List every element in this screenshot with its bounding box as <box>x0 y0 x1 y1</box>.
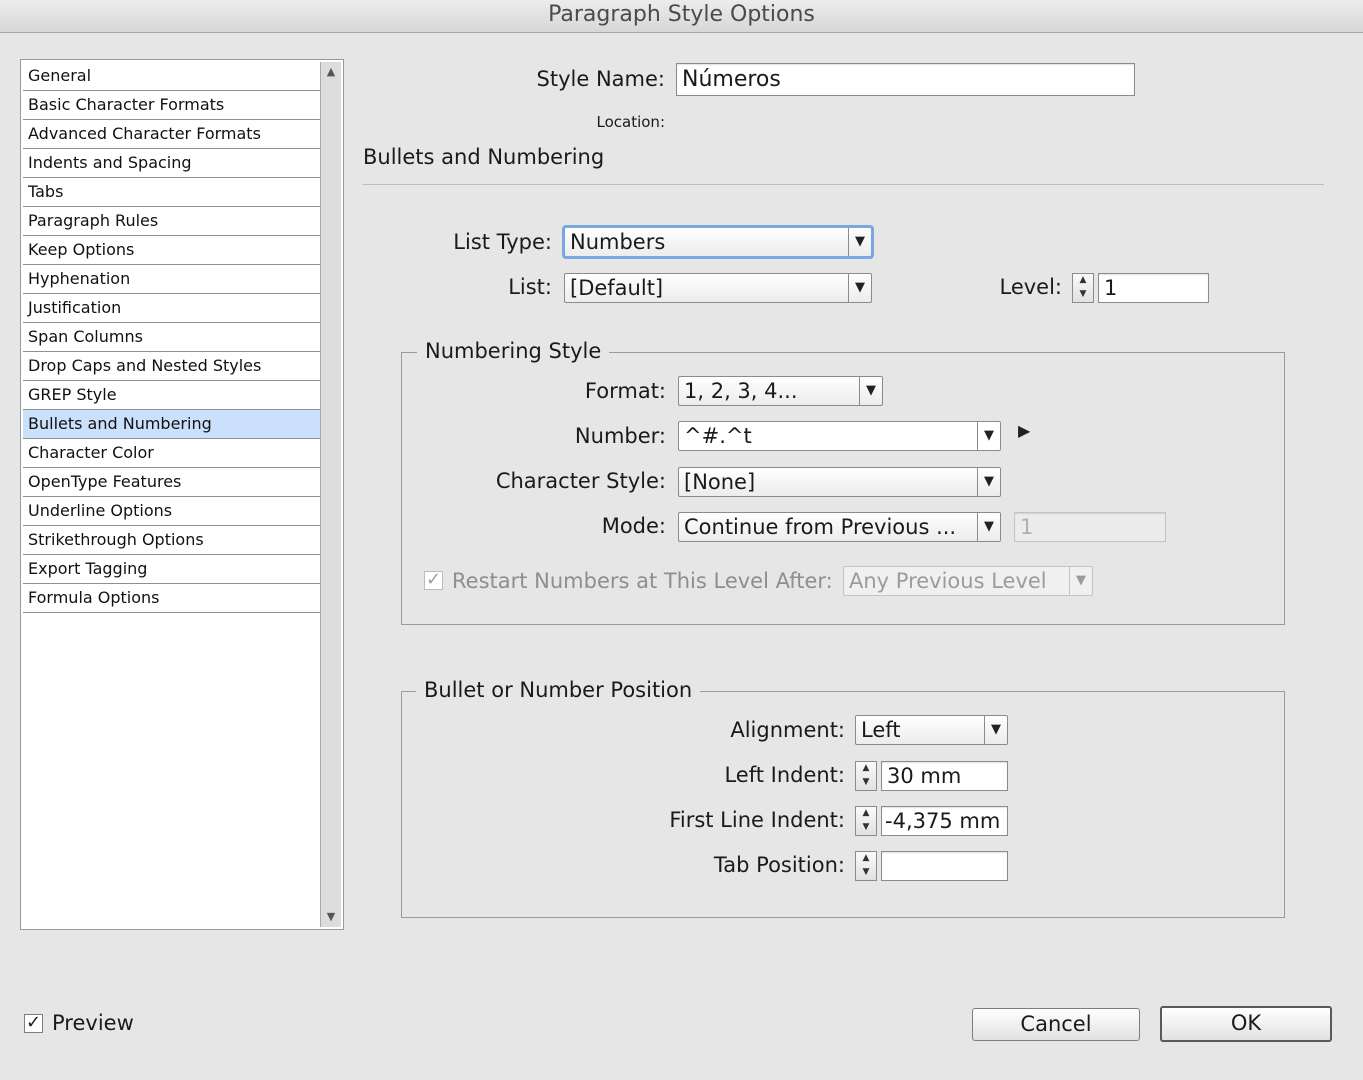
preview-label: Preview <box>52 1011 134 1035</box>
left-indent-stepper[interactable]: ▲ ▼ <box>855 761 877 791</box>
category-list-scrollbar[interactable]: ▲ ▼ <box>320 62 341 927</box>
category-list[interactable]: General Basic Character Formats Advanced C… <box>20 59 344 930</box>
ok-button[interactable]: OK <box>1160 1006 1332 1042</box>
numbering-style-legend: Numbering Style <box>417 339 610 363</box>
sidebar-item-hyphenation[interactable]: Hyphenation <box>23 265 321 294</box>
list-value: [Default] <box>570 276 664 300</box>
dropdown-arrow-icon: ▼ <box>859 377 882 405</box>
sidebar-item-export-tagging[interactable]: Export Tagging <box>23 555 321 584</box>
spin-up-icon[interactable]: ▲ <box>856 852 876 866</box>
list-type-value: Numbers <box>570 230 666 254</box>
alignment-value: Left <box>861 718 901 742</box>
spin-up-icon[interactable]: ▲ <box>856 762 876 776</box>
spin-up-icon[interactable]: ▲ <box>856 807 876 821</box>
character-style-select[interactable]: [None] ▼ <box>678 467 1001 497</box>
sidebar-item-keep-options[interactable]: Keep Options <box>23 236 321 265</box>
mode-select[interactable]: Continue from Previous ... ▼ <box>678 512 1001 542</box>
first-line-indent-label: First Line Indent: <box>669 808 845 832</box>
sidebar-item-strikethrough-options[interactable]: Strikethrough Options <box>23 526 321 555</box>
sidebar-item-paragraph-rules[interactable]: Paragraph Rules <box>23 207 321 236</box>
style-name-input[interactable]: Números <box>676 63 1135 96</box>
sidebar-item-underline-options[interactable]: Underline Options <box>23 497 321 526</box>
dropdown-arrow-icon: ▼ <box>848 274 871 302</box>
spin-up-icon[interactable]: ▲ <box>1073 274 1093 288</box>
format-value: 1, 2, 3, 4... <box>684 379 798 403</box>
restart-after-select: Any Previous Level ▼ <box>843 566 1093 596</box>
left-indent-label: Left Indent: <box>724 763 845 787</box>
window-title: Paragraph Style Options <box>0 0 1363 33</box>
list-type-select[interactable]: Numbers ▼ <box>562 225 874 259</box>
sidebar-item-bullets-and-numbering[interactable]: Bullets and Numbering <box>23 410 321 439</box>
sidebar-item-advanced-character-formats[interactable]: Advanced Character Formats <box>23 120 321 149</box>
spin-down-icon[interactable]: ▼ <box>856 821 876 835</box>
cancel-button[interactable]: Cancel <box>972 1008 1140 1041</box>
level-input[interactable]: 1 <box>1098 273 1209 303</box>
spin-down-icon[interactable]: ▼ <box>856 776 876 790</box>
number-combo[interactable]: ^#.^t ▼ <box>678 421 1001 451</box>
character-style-label: Character Style: <box>495 469 666 493</box>
list-type-label: List Type: <box>453 230 552 254</box>
sidebar-item-drop-caps-and-nested-styles[interactable]: Drop Caps and Nested Styles <box>23 352 321 381</box>
tab-position-label: Tab Position: <box>713 853 845 877</box>
mode-value: Continue from Previous ... <box>684 515 957 539</box>
dropdown-arrow-icon: ▼ <box>1069 567 1092 595</box>
level-label: Level: <box>999 275 1062 299</box>
restart-numbers-checkbox: ✓ <box>424 569 443 590</box>
level-stepper[interactable]: ▲ ▼ <box>1072 273 1094 303</box>
sidebar-item-indents-and-spacing[interactable]: Indents and Spacing <box>23 149 321 178</box>
format-select[interactable]: 1, 2, 3, 4... ▼ <box>678 376 883 406</box>
dropdown-arrow-icon: ▼ <box>977 468 1000 496</box>
spin-down-icon[interactable]: ▼ <box>856 866 876 880</box>
category-list-items: General Basic Character Formats Advanced C… <box>23 62 321 613</box>
format-label: Format: <box>584 379 666 403</box>
sidebar-item-basic-character-formats[interactable]: Basic Character Formats <box>23 91 321 120</box>
sidebar-item-grep-style[interactable]: GREP Style <box>23 381 321 410</box>
scroll-up-arrow-icon[interactable]: ▲ <box>321 62 341 82</box>
scroll-down-arrow-icon[interactable]: ▼ <box>321 907 341 927</box>
sidebar-item-justification[interactable]: Justification <box>23 294 321 323</box>
tab-position-stepper[interactable]: ▲ ▼ <box>855 851 877 881</box>
alignment-select[interactable]: Left ▼ <box>855 715 1008 745</box>
sidebar-item-general[interactable]: General <box>23 62 321 91</box>
position-legend: Bullet or Number Position <box>416 678 701 702</box>
restart-after-value: Any Previous Level <box>849 569 1047 593</box>
sidebar-item-character-color[interactable]: Character Color <box>23 439 321 468</box>
mode-label: Mode: <box>601 514 666 538</box>
number-label: Number: <box>574 424 666 448</box>
preview-checkbox[interactable]: ✓ <box>24 1014 43 1033</box>
location-label: Location: <box>596 113 666 131</box>
section-title: Bullets and Numbering <box>363 145 605 169</box>
first-line-indent-stepper[interactable]: ▲ ▼ <box>855 806 877 836</box>
mode-start-input: 1 <box>1014 512 1166 542</box>
left-indent-input[interactable]: 30 mm <box>881 761 1008 791</box>
sidebar-item-span-columns[interactable]: Span Columns <box>23 323 321 352</box>
style-name-label: Style Name: <box>536 67 665 91</box>
first-line-indent-input[interactable]: -4,375 mm <box>881 806 1008 836</box>
dropdown-arrow-icon: ▼ <box>848 228 871 256</box>
dropdown-arrow-icon: ▼ <box>977 422 1000 450</box>
alignment-label: Alignment: <box>730 718 845 742</box>
restart-numbers-label: Restart Numbers at This Level After: <box>452 569 833 593</box>
list-label: List: <box>508 275 552 299</box>
sidebar-item-opentype-features[interactable]: OpenType Features <box>23 468 321 497</box>
character-style-value: [None] <box>684 470 756 494</box>
sidebar-item-formula-options[interactable]: Formula Options <box>23 584 321 613</box>
section-divider <box>363 184 1324 185</box>
sidebar-item-tabs[interactable]: Tabs <box>23 178 321 207</box>
special-character-menu-icon[interactable]: ▶ <box>1018 421 1030 440</box>
dropdown-arrow-icon: ▼ <box>977 513 1000 541</box>
number-value: ^#.^t <box>684 424 752 448</box>
spin-down-icon[interactable]: ▼ <box>1073 288 1093 302</box>
list-select[interactable]: [Default] ▼ <box>564 273 872 303</box>
dropdown-arrow-icon: ▼ <box>984 716 1007 744</box>
tab-position-input[interactable] <box>881 851 1008 881</box>
